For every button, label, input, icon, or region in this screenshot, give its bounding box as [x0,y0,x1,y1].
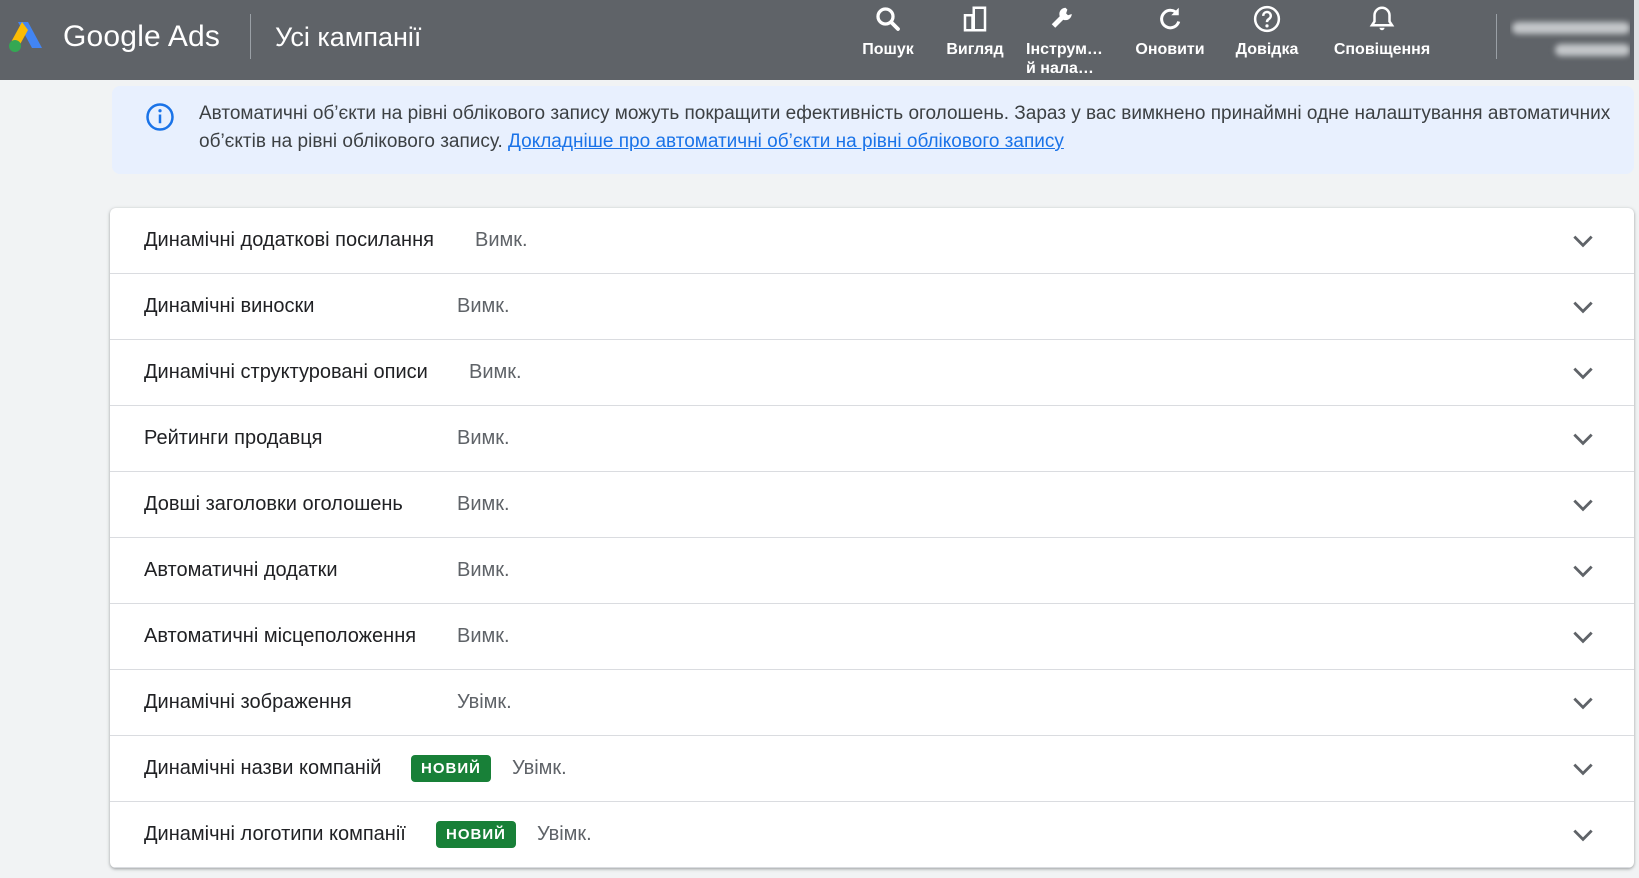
banner-text: Автоматичні об’єкти на рівні облікового … [199,100,1619,156]
item-status: Вимк. [469,361,522,383]
list-item[interactable]: Динамічні зображення Увімк. [110,670,1634,736]
view-label: Вигляд [946,41,1004,58]
chevron-down-icon[interactable] [1570,756,1596,782]
chevron-down-icon[interactable] [1570,624,1596,650]
view-icon [963,6,987,32]
item-status: Увімк. [457,691,512,713]
list-item[interactable]: Автоматичні місцеположення Вимк. [110,604,1634,670]
item-name: Динамічні зображення [144,691,352,713]
bell-icon [1369,6,1395,31]
list-item[interactable]: Динамічні структуровані описи Вимк. [110,340,1634,406]
automated-assets-list: Динамічні додаткові посилання Вимк. Дина… [110,208,1634,868]
wrench-icon [1051,7,1072,28]
item-name: Довші заголовки оголошень [144,493,403,515]
view-button[interactable]: Вигляд [935,4,1015,78]
account-info[interactable] [1510,12,1630,62]
list-item[interactable]: Рейтинги продавця Вимк. [110,406,1634,472]
help-icon [1253,5,1281,33]
chevron-down-icon[interactable] [1570,558,1596,584]
refresh-label: Оновити [1135,41,1205,58]
scrollbar-edge [1634,0,1639,80]
account-blur-line [1512,22,1630,34]
chevron-down-icon[interactable] [1570,426,1596,452]
tools-and-settings-button[interactable]: Інструм… й нала… [1026,4,1116,78]
info-banner: Автоматичні об’єкти на рівні облікового … [112,86,1634,174]
item-name: Динамічні структуровані описи [144,361,428,383]
search-label: Пошук [862,41,914,58]
notifications-button[interactable]: Сповіщення [1322,4,1442,78]
item-name: Динамічні додаткові посилання [144,229,434,251]
refresh-icon [1160,7,1181,30]
list-item[interactable]: Динамічні додаткові посилання Вимк. [110,208,1634,274]
list-item[interactable]: Автоматичні додатки Вимк. [110,538,1634,604]
chevron-down-icon[interactable] [1570,492,1596,518]
account-blur-line [1555,44,1630,56]
item-name: Автоматичні місцеположення [144,625,417,647]
chevron-down-icon[interactable] [1570,690,1596,716]
learn-more-link[interactable]: Докладніше про автоматичні об’єкти на рі… [508,131,1064,152]
item-status: Увімк. [537,823,592,845]
item-status: Вимк. [457,625,510,647]
item-name: Автоматичні додатки [144,559,338,581]
info-icon [146,103,174,131]
item-status: Увімк. [512,757,567,779]
google-ads-logo-icon[interactable] [6,18,48,54]
list-item[interactable]: Динамічні логотипи компанії НОВИЙ Увімк. [110,802,1634,868]
brand-name[interactable]: Google Ads [63,20,220,54]
item-status: Вимк. [457,559,510,581]
top-app-bar: Google Ads Усі кампанії Пошук Вигляд Інс… [0,0,1639,80]
list-item[interactable]: Довші заголовки оголошень Вимк. [110,472,1634,538]
list-item[interactable]: Динамічні виноски Вимк. [110,274,1634,340]
chevron-down-icon[interactable] [1570,294,1596,320]
page-title[interactable]: Усі кампанії [275,22,421,53]
item-status: Вимк. [457,493,510,515]
search-button[interactable]: Пошук [848,4,928,78]
chevron-down-icon[interactable] [1570,360,1596,386]
refresh-button[interactable]: Оновити [1128,4,1212,78]
new-badge: НОВИЙ [411,755,491,782]
item-name: Динамічні виноски [144,295,315,317]
header-divider [250,14,251,59]
notifications-label: Сповіщення [1333,41,1431,58]
search-icon [876,7,900,31]
item-status: Вимк. [475,229,528,251]
new-badge: НОВИЙ [436,821,516,848]
item-name: Динамічні логотипи компанії [144,823,406,845]
item-name: Динамічні назви компаній [144,757,382,779]
chevron-down-icon[interactable] [1570,228,1596,254]
item-status: Вимк. [457,427,510,449]
help-label: Довідка [1235,41,1299,58]
list-item[interactable]: Динамічні назви компаній НОВИЙ Увімк. [110,736,1634,802]
chevron-down-icon[interactable] [1570,822,1596,848]
help-button[interactable]: Довідка [1227,4,1307,78]
item-status: Вимк. [457,295,510,317]
header-divider-right [1496,14,1497,59]
item-name: Рейтинги продавця [144,427,323,449]
tools-label: Інструм… й нала… [1026,41,1103,77]
